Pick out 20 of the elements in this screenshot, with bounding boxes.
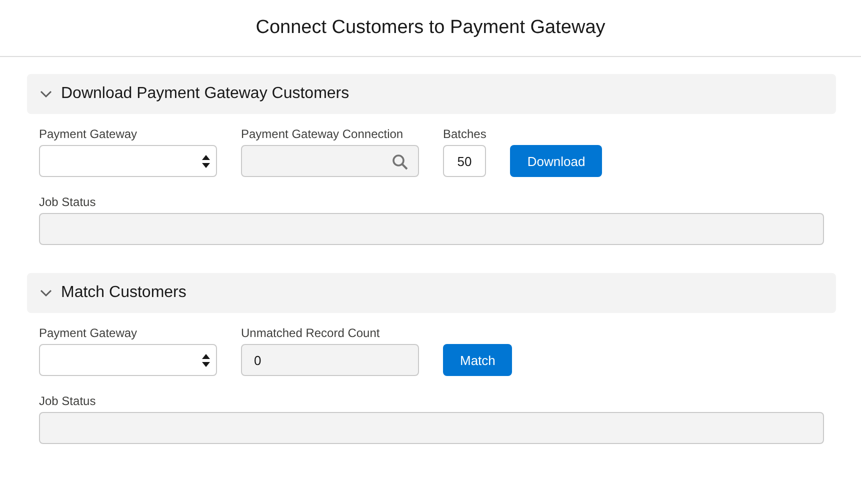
sort-arrows-icon: [202, 354, 210, 367]
section-header[interactable]: Download Payment Gateway Customers: [27, 74, 836, 114]
section-title: Download Payment Gateway Customers: [61, 85, 350, 103]
action-button[interactable]: Match: [443, 344, 512, 376]
input-field[interactable]: 50: [443, 145, 486, 177]
field-label: Payment Gateway: [39, 127, 138, 141]
field-label: Batches: [443, 127, 486, 141]
action-button[interactable]: Download: [510, 145, 602, 177]
select-field[interactable]: [39, 145, 217, 177]
field-label: Unmatched Record Count: [241, 326, 381, 340]
field-label: Payment Gateway Connection: [241, 127, 404, 141]
page-title: Connect Customers to Payment Gateway: [256, 17, 606, 39]
field-label: Job Status: [39, 394, 97, 408]
sort-arrows-icon: [202, 155, 210, 168]
field-label: Job Status: [39, 195, 97, 209]
search-icon: [392, 154, 408, 170]
field-label: Payment Gateway: [39, 326, 138, 340]
section-title: Match Customers: [61, 284, 186, 302]
select-field[interactable]: [39, 344, 217, 376]
section-header[interactable]: Match Customers: [27, 273, 836, 313]
